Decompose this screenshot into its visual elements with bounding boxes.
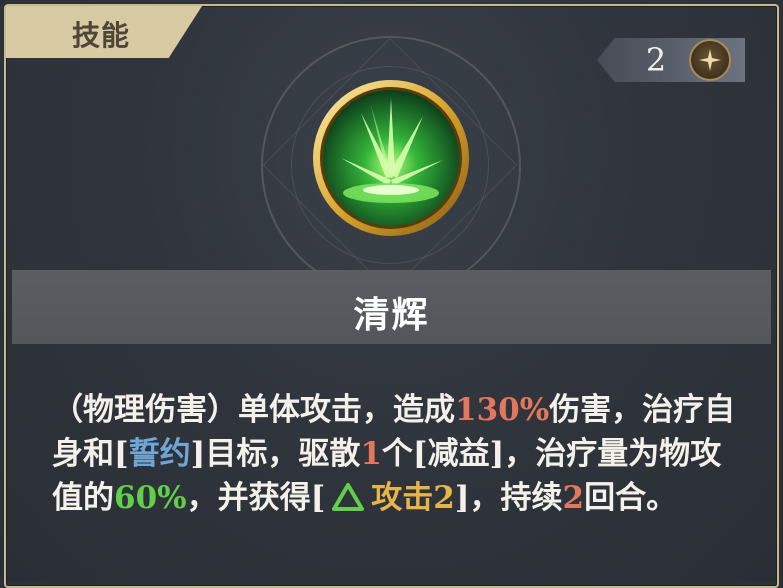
heal-value: 60%	[114, 480, 187, 516]
buff-keyword[interactable]: 攻击2	[371, 480, 455, 516]
desc-text: ，并获得[	[186, 480, 326, 516]
duration-value: 2	[562, 480, 585, 516]
desc-text: ]，持续	[454, 480, 563, 516]
desc-text: 回合。	[584, 480, 678, 516]
desc-text: ]目标，驱散	[190, 436, 361, 472]
dispel-count: 1	[360, 436, 382, 472]
star-coin-icon	[689, 39, 731, 81]
skill-name: 清辉	[353, 294, 430, 336]
skill-tab-label: 技能	[72, 19, 131, 52]
skill-panel: 技能 2 清辉 （物理伤害）单体攻击，造成130%伤害，治疗自身和[誓约]目标，…	[0, 0, 783, 588]
damage-value: 130%	[455, 392, 550, 428]
skill-point-value: 2	[645, 41, 667, 79]
pledge-keyword[interactable]: 誓约	[129, 436, 191, 472]
attack-up-triangle-icon	[332, 483, 365, 511]
skill-description: （物理伤害）单体攻击，造成130%伤害，治疗自身和[誓约]目标，驱散1个[减益]…	[52, 388, 752, 520]
desc-text: （物理伤害）单体攻击，造成	[52, 392, 455, 428]
skill-icon[interactable]	[311, 78, 471, 238]
